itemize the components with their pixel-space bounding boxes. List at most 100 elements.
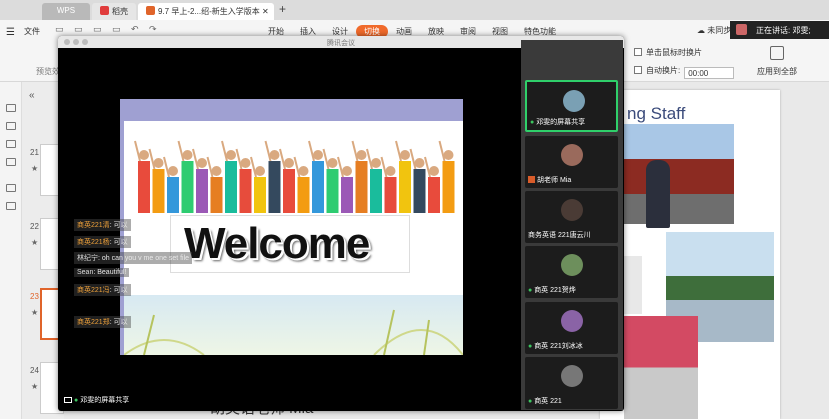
shared-screen: Welcome xyxy=(120,99,463,355)
window-controls[interactable] xyxy=(64,39,91,47)
chat-text: 可以 xyxy=(113,222,128,229)
slide-title: ng Staff xyxy=(627,104,686,123)
tab-daoke-label: 稻壳 xyxy=(112,7,128,16)
chat-text: 可以 xyxy=(113,319,128,326)
click-switch-option[interactable]: 单击鼠标时换片 xyxy=(634,47,702,58)
slide-number: 21 xyxy=(30,148,39,157)
participant-video xyxy=(561,199,583,221)
participant-name: 商英 221刘冰冰 xyxy=(534,343,583,350)
participant-name: 商务英语 221唐云川 xyxy=(528,232,591,239)
mic-icon: ● xyxy=(74,397,79,404)
chat-text: oh can you v me one set file xyxy=(101,255,190,262)
participant-tile[interactable]: ● 邓雯的屏幕共享 xyxy=(525,80,618,132)
cloud-icon: ☁ xyxy=(697,26,708,35)
chat-text: Beautiful! xyxy=(97,269,127,276)
chat-text: 可以 xyxy=(113,239,128,246)
click-switch-label: 单击鼠标时换片 xyxy=(646,48,702,57)
star-icon: ★ xyxy=(31,238,39,247)
auto-switch-option[interactable]: 自动换片: 00:00 xyxy=(634,65,735,79)
participant-video xyxy=(561,254,583,276)
pin-icon[interactable] xyxy=(5,184,16,192)
auto-time-input[interactable]: 00:00 xyxy=(684,67,735,79)
participant-tile[interactable]: ● 商英 221刘冰冰 xyxy=(525,302,618,354)
apply-all-button[interactable]: 应用到全部 xyxy=(757,46,797,77)
participant-tile[interactable]: ● 商英 221 xyxy=(525,357,618,409)
tab-wps[interactable]: WPS xyxy=(42,3,90,20)
zoom-dot-icon[interactable] xyxy=(82,39,88,45)
participant-name: 胡老师 Mia xyxy=(537,177,572,184)
chat-text: 可以 xyxy=(113,287,128,294)
participant-tile[interactable]: 胡老师 Mia xyxy=(525,136,618,188)
participant-name: 商英 221贺烨 xyxy=(534,287,576,294)
screen-icon xyxy=(64,397,72,403)
tab-daoke[interactable]: 稻壳 xyxy=(92,3,136,20)
chat-sender: 林纪宁 xyxy=(77,255,98,262)
photo-campus xyxy=(624,316,698,419)
meeting-title: 腾讯会议 xyxy=(327,40,355,47)
star-icon: ★ xyxy=(31,382,39,391)
outline-icon[interactable] xyxy=(5,104,16,112)
participant-video xyxy=(561,365,583,387)
file-menu[interactable]: 文件 xyxy=(24,26,40,37)
participant-label: ● 商英 221贺烨 xyxy=(528,285,576,295)
star-icon: ★ xyxy=(31,164,39,173)
participant-name: 商英 221 xyxy=(534,398,562,405)
participant-video xyxy=(563,90,585,112)
quick-access-toolbar[interactable]: ▭ ▭ ▭ ▭ ↶ ↷ xyxy=(55,24,161,35)
collapse-panel-icon[interactable]: « xyxy=(29,90,35,101)
minimize-dot-icon[interactable] xyxy=(73,39,79,45)
chat-sender: Sean xyxy=(77,269,94,276)
participant-label: ● 邓雯的屏幕共享 xyxy=(530,117,585,127)
chat-sender: 商英221清 xyxy=(77,222,110,229)
new-tab-button[interactable]: + xyxy=(279,2,286,16)
tab-document-label: 9.7 早上-2...绍-新生入学版本 xyxy=(158,7,260,16)
photo-portrait xyxy=(646,160,670,228)
speaking-text: 正在讲话: 邓雯; xyxy=(756,26,811,35)
sync-status[interactable]: ☁ 未同步 xyxy=(697,25,731,36)
format-icon[interactable] xyxy=(5,158,16,166)
welcome-text: Welcome xyxy=(184,219,370,268)
slide-number: 23 xyxy=(30,292,39,301)
sync-label: 未同步 xyxy=(707,26,732,35)
chat-sender: 商英221郑 xyxy=(77,319,110,326)
chat-sender: 商英221杨 xyxy=(77,239,110,246)
chat-message: Sean: Beautiful! xyxy=(74,268,130,277)
chat-message: 商英221杨: 可以 xyxy=(74,236,131,248)
screen-share-label: ● 邓雯的屏幕共享 xyxy=(64,395,129,405)
title-bar: WPS 稻壳 9.7 早上-2...绍-新生入学版本 ✕ + xyxy=(0,0,829,20)
shared-slide-header xyxy=(120,99,463,121)
close-dot-icon[interactable] xyxy=(64,39,70,45)
apply-all-icon xyxy=(770,46,784,60)
daoke-icon xyxy=(100,6,109,15)
avatar xyxy=(736,24,747,35)
slides-icon[interactable] xyxy=(5,122,16,130)
auto-switch-label: 自动换片: xyxy=(646,66,681,75)
chat-message: 商英221郑: 可以 xyxy=(74,316,131,328)
chat-message: 林纪宁: oh can you v me one set file xyxy=(74,252,193,264)
slide-number: 24 xyxy=(30,366,39,375)
share-icon[interactable] xyxy=(5,202,16,210)
participant-video xyxy=(561,144,583,166)
checkbox-icon[interactable] xyxy=(634,66,642,74)
checkbox-icon[interactable] xyxy=(634,48,642,56)
participant-tile[interactable]: ● 商英 221贺烨 xyxy=(525,246,618,298)
meadow-image xyxy=(124,295,463,355)
host-icon xyxy=(528,176,535,183)
participant-label: 商务英语 221唐云川 xyxy=(528,230,591,240)
slide-number: 22 xyxy=(30,222,39,231)
participant-tile[interactable]: 商务英语 221唐云川 xyxy=(525,191,618,243)
history-icon[interactable] xyxy=(5,140,16,148)
photo-forbidden-city xyxy=(622,124,734,224)
chat-message: 商英221冯: 可以 xyxy=(74,284,131,296)
chat-message: 商英221清: 可以 xyxy=(74,219,131,231)
participant-name: 邓雯的屏幕共享 xyxy=(536,119,586,126)
speaking-indicator: 正在讲话: 邓雯; xyxy=(730,21,829,39)
hamburger-icon[interactable]: ☰ xyxy=(6,27,15,38)
presentation-icon xyxy=(146,6,155,15)
sharer-name: 邓雯的屏幕共享 xyxy=(80,397,130,404)
crowd-image xyxy=(134,140,455,213)
participant-label: ● 商英 221刘冰冰 xyxy=(528,341,583,351)
tab-document[interactable]: 9.7 早上-2...绍-新生入学版本 ✕ xyxy=(138,3,274,20)
participant-video xyxy=(561,310,583,332)
left-toolbar xyxy=(0,82,22,419)
